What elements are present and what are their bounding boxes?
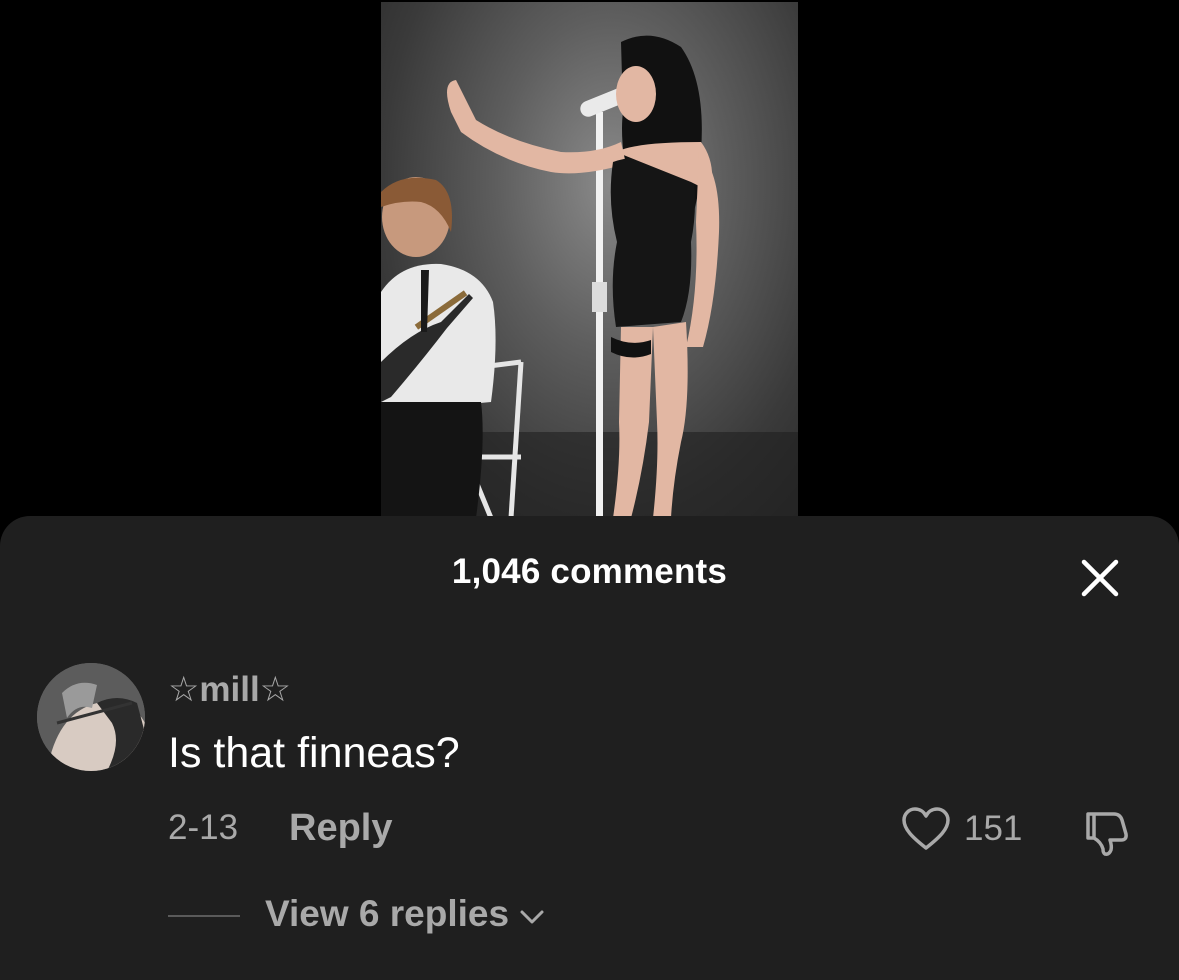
reply-button[interactable]: Reply: [289, 807, 392, 850]
comment-text: Is that finneas?: [168, 729, 460, 777]
thumbs-down-icon: [1086, 812, 1128, 856]
comments-sheet: 1,046 comments ☆mill☆ Is that finneas? 2…: [0, 516, 1179, 980]
chevron-down-icon: [520, 910, 544, 924]
comment-date: 2-13: [168, 808, 239, 847]
view-replies-label: View 6 replies: [265, 893, 510, 934]
view-replies-button[interactable]: View 6 replies: [265, 893, 545, 935]
like-button[interactable]: 151: [900, 804, 1022, 854]
video-player[interactable]: [381, 2, 798, 518]
avatar[interactable]: [37, 663, 145, 771]
video-frame-image: [381, 35, 798, 518]
comment-username[interactable]: ☆mill☆: [168, 670, 291, 710]
dislike-button[interactable]: [1080, 804, 1136, 860]
like-count: 151: [964, 809, 1023, 848]
screen: 1,046 comments ☆mill☆ Is that finneas? 2…: [0, 0, 1179, 980]
heart-icon: [902, 807, 950, 850]
comment-item: ☆mill☆ Is that finneas? 2-13 Reply 151 V…: [0, 516, 1179, 980]
replies-divider: [168, 915, 240, 917]
